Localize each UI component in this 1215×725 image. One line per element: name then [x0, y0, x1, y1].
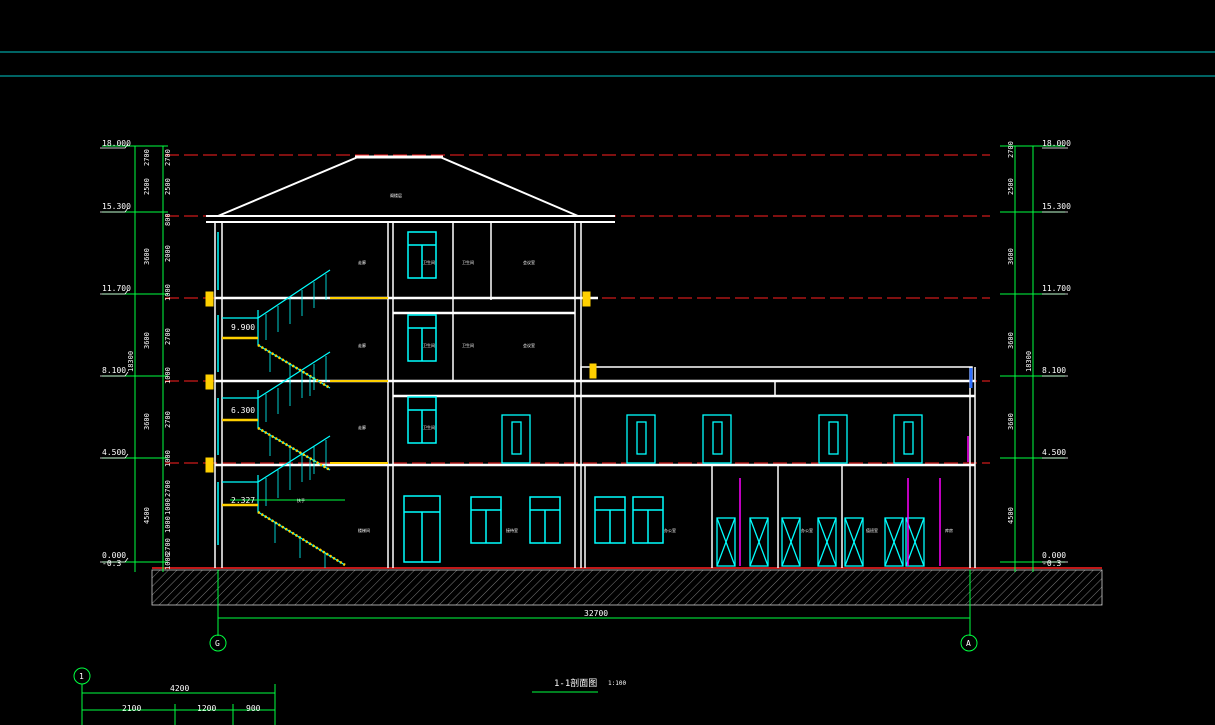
doors	[501, 414, 925, 567]
dim-right-inner-4: 3600	[1007, 413, 1015, 430]
room-corridor-4: 走廊	[358, 259, 366, 265]
dim-left-inner-1: 2500	[164, 178, 172, 195]
dim-left-inner-7: 2700	[164, 411, 172, 428]
room-floor1-0: 接待室	[506, 527, 518, 533]
dim-bottom-part-0: 2100	[122, 704, 141, 713]
dim-left-outer-0: 2700	[143, 149, 151, 166]
drawing-scale: 1:100	[608, 680, 626, 687]
room-stair-1: 楼梯间	[358, 527, 370, 533]
room-floor2-0: 卫生间	[423, 424, 435, 430]
dim-bottom-part-2: 900	[246, 704, 261, 713]
level-right-4500: 4.500	[1042, 448, 1066, 457]
dim-left-outer-2: 3600	[143, 248, 151, 265]
dim-left-inner-9: 2700	[164, 480, 172, 497]
roof	[206, 156, 615, 223]
dim-right-inner-1: 2500	[1007, 178, 1015, 195]
stair	[222, 269, 388, 567]
level-left-11700: 11.700	[102, 284, 131, 293]
dim-left-inner-6: 1000	[164, 367, 172, 384]
dim-left-inner-8: 1000	[164, 450, 172, 467]
dim-right-inner-0: 2700	[1007, 141, 1015, 158]
stair-note: 扶手	[297, 497, 305, 503]
dim-left-inner-12: 2700	[164, 538, 172, 555]
axis-label-detail: 1	[79, 672, 84, 681]
room-floor1-1: 办公室	[664, 527, 676, 533]
level-left-18000: 18.000	[102, 139, 131, 148]
room-floor3-2: 会议室	[523, 342, 535, 348]
room-floor3-0: 卫生间	[423, 342, 435, 348]
room-corridor-2: 走廊	[358, 424, 366, 430]
room-floor4-0: 卫生间	[423, 259, 435, 265]
level-left-8100: 8.100	[102, 366, 126, 375]
level-right-15300: 15.300	[1042, 202, 1071, 211]
dim-right-inner-3: 3600	[1007, 332, 1015, 349]
landing-level-2327: 2.327	[231, 496, 255, 505]
axis-label-right: A	[966, 639, 971, 648]
ground-hatch	[151, 569, 1103, 606]
landing-level-9900: 9.900	[231, 323, 255, 332]
room-floor1-2: 办公室	[801, 527, 813, 533]
drawing-title: 1-1剖面图	[554, 677, 597, 689]
dim-left-inner-2: 800	[164, 213, 172, 226]
dim-left-total: 18300	[127, 351, 135, 372]
elevation-lines	[165, 154, 990, 464]
dim-right-inner-5: 4500	[1007, 507, 1015, 524]
landing-level-6300: 6.300	[231, 406, 255, 415]
level-left-4500: 4.500	[102, 448, 126, 457]
dim-left-inner-11: 1000	[164, 516, 172, 533]
level-right-18000: 18.000	[1042, 139, 1071, 148]
dim-bottom-part-1: 1200	[197, 704, 216, 713]
dim-left-outer-1: 2500	[143, 178, 151, 195]
axis-label-left: G	[215, 639, 220, 648]
dim-right-total: 18300	[1025, 351, 1033, 372]
level-left-15300: 15.300	[102, 202, 131, 211]
room-floor1-4: 库房	[945, 527, 953, 533]
dim-left-outer-5: 4500	[143, 507, 151, 524]
section-drawing: 18.000 15.300 11.700 8.100 4.500 0.000 -…	[0, 51, 1215, 725]
dim-left-outer-3: 3600	[143, 332, 151, 349]
room-floor4-2: 会议室	[523, 259, 535, 265]
dim-overall-width: 32700	[584, 609, 608, 618]
level-right-minus03: -0.3	[1042, 559, 1061, 568]
dim-left-inner-10: 1000	[164, 498, 172, 515]
dim-left-inner-3: 2000	[164, 245, 172, 262]
dim-left-inner-13: 1000	[164, 553, 172, 570]
dimension-lines	[81, 145, 1065, 725]
room-floor4-1: 卫生间	[462, 259, 474, 265]
room-floor1-3: 值班室	[866, 527, 878, 533]
magenta-partitions	[739, 436, 969, 566]
dim-left-outer-4: 3600	[143, 413, 151, 430]
dim-bottom-total: 4200	[170, 684, 189, 693]
level-right-11700: 11.700	[1042, 284, 1071, 293]
level-left-minus03: -0.3	[102, 559, 121, 568]
level-right-8100: 8.100	[1042, 366, 1066, 375]
room-floor3-1: 卫生间	[462, 342, 474, 348]
dim-left-inner-0: 2700	[164, 149, 172, 166]
dim-left-inner-5: 2700	[164, 328, 172, 345]
room-corridor-3: 走廊	[358, 342, 366, 348]
dim-right-inner-2: 3600	[1007, 248, 1015, 265]
stair-balusters	[265, 274, 327, 568]
axis-bubbles	[73, 634, 978, 685]
room-roof: 阁楼层	[390, 192, 402, 198]
dim-left-inner-4: 1000	[164, 284, 172, 301]
